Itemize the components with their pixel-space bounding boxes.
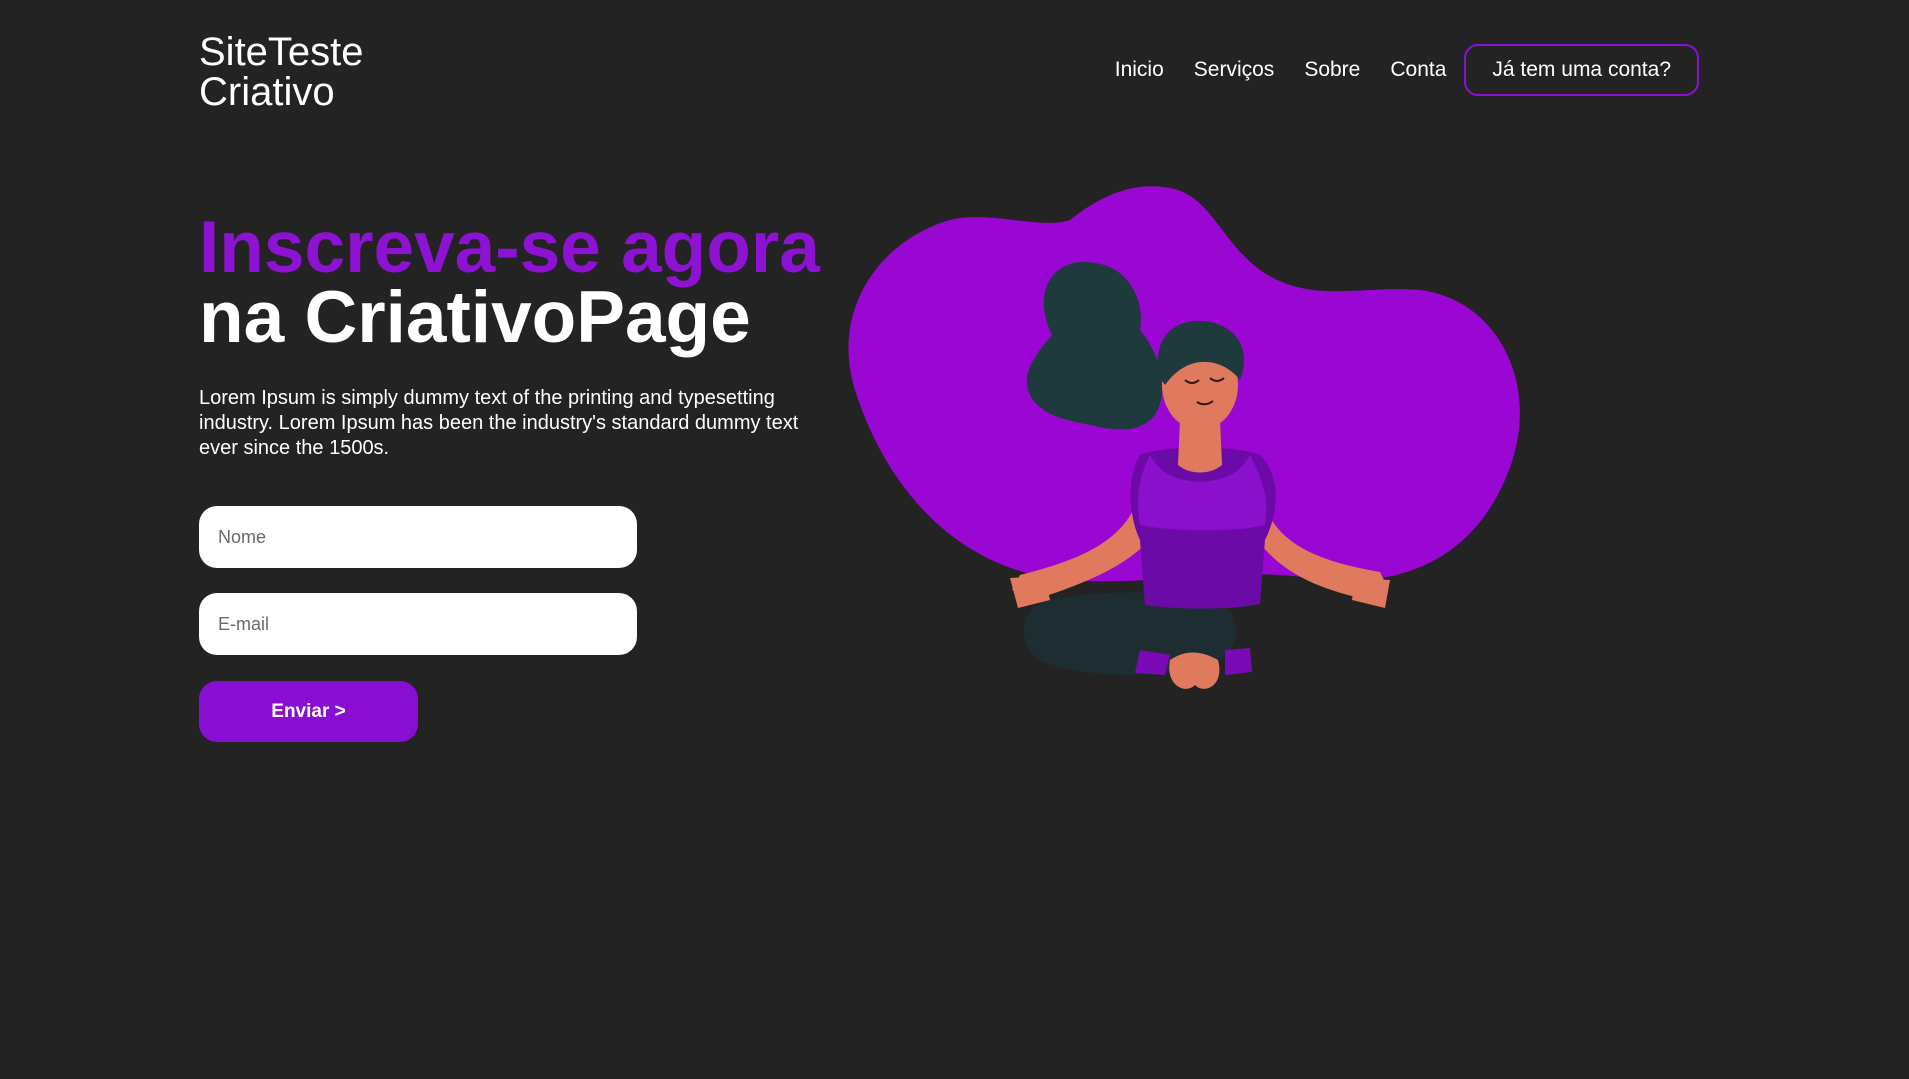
nav-link-services[interactable]: Serviços <box>1194 44 1275 96</box>
login-button[interactable]: Já tem uma conta? <box>1464 44 1699 96</box>
nav-link-about[interactable]: Sobre <box>1304 44 1360 96</box>
hero-description: Lorem Ipsum is simply dummy text of the … <box>199 387 799 459</box>
headline-accent: Inscreva-se agora <box>199 207 820 288</box>
logo-line-1: SiteTeste <box>199 30 364 74</box>
right-hand <box>1352 578 1390 608</box>
submit-button[interactable]: Enviar > <box>199 681 418 742</box>
headline-main: na CriativoPage <box>199 277 751 358</box>
right-pants-cuff <box>1225 648 1252 675</box>
name-input[interactable] <box>199 506 637 568</box>
meditating-woman-illustration <box>848 186 1520 689</box>
site-logo[interactable]: SiteTeste Criativo <box>199 32 419 112</box>
email-input[interactable] <box>199 593 637 655</box>
landing-page: SiteTeste Criativo Inicio Serviços Sobre… <box>0 0 1909 1079</box>
nav-link-home[interactable]: Inicio <box>1115 44 1164 96</box>
nav-link-account[interactable]: Conta <box>1390 44 1446 96</box>
hero-headline: Inscreva-se agora na CriativoPage <box>199 207 820 358</box>
feet <box>1169 652 1220 689</box>
logo-line-2: Criativo <box>199 70 335 114</box>
main-nav: Inicio Serviços Sobre Conta Já tem uma c… <box>1085 44 1699 96</box>
